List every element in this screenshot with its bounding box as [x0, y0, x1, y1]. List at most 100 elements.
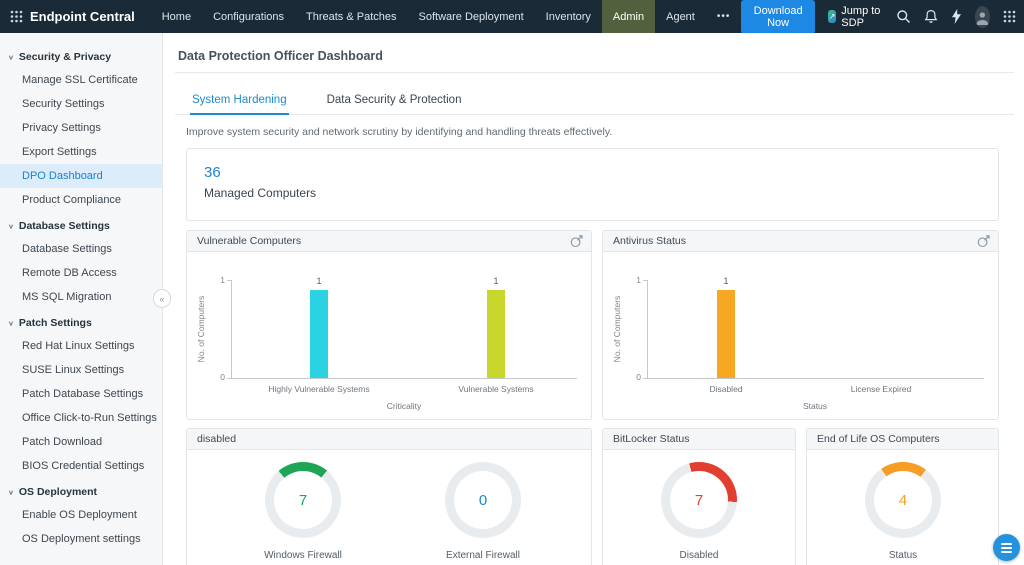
- sidebar-item-patch-database-settings[interactable]: Patch Database Settings: [0, 382, 162, 406]
- donut-label: Windows Firewall: [243, 550, 363, 561]
- jump-to-sdp-label: Jump to SDP: [841, 5, 883, 29]
- bitlocker-status-card: BitLocker Status 7 Disabled: [602, 428, 796, 565]
- y-axis-label: No. of Computers: [196, 284, 206, 374]
- card-header: disabled: [187, 429, 591, 450]
- bar-value: 1: [301, 276, 337, 286]
- app-grid-icon[interactable]: [10, 10, 23, 23]
- bitlocker-donut: 7 Disabled: [603, 450, 795, 565]
- sidebar-item-dpo-dashboard[interactable]: DPO Dashboard: [0, 164, 162, 188]
- sdp-icon: ↗: [828, 10, 836, 23]
- quick-actions-bolt-icon[interactable]: [951, 9, 962, 24]
- notifications-bell-icon[interactable]: [924, 9, 938, 24]
- bar-value: 1: [478, 276, 514, 286]
- donut-bitlocker-disabled[interactable]: 7: [661, 462, 737, 538]
- donut-label: Status: [843, 550, 963, 561]
- sidebar-item-database-settings[interactable]: Database Settings: [0, 237, 162, 261]
- sidebar-item-red-hat-linux-settings[interactable]: Red Hat Linux Settings: [0, 334, 162, 358]
- chevron-down-icon: ∨: [8, 319, 14, 326]
- bar-highly-vulnerable[interactable]: [310, 290, 328, 378]
- donut-eol-status[interactable]: 4: [865, 462, 941, 538]
- nav-inventory[interactable]: Inventory: [535, 0, 602, 33]
- card-title: disabled: [197, 433, 236, 445]
- donut-value: 7: [265, 462, 341, 538]
- sidebar-section-security-privacy[interactable]: ∨ Security & Privacy: [0, 43, 162, 68]
- donut-value: 4: [865, 462, 941, 538]
- tab-data-security-protection[interactable]: Data Security & Protection: [325, 88, 464, 114]
- managed-computers-label: Managed Computers: [204, 186, 316, 200]
- card-header: Vulnerable Computers: [187, 231, 591, 252]
- card-title: Vulnerable Computers: [197, 235, 301, 247]
- nav-configurations[interactable]: Configurations: [202, 0, 295, 33]
- bar-chart-vulnerable: No. of Computers 1 0 1 1 Highly Vulnerab…: [187, 252, 591, 418]
- card-header: End of Life OS Computers: [807, 429, 998, 450]
- card-header: Antivirus Status: [603, 231, 998, 252]
- floating-menu-button[interactable]: [993, 534, 1020, 561]
- x-axis-label: Status: [665, 401, 965, 411]
- apps-menu-icon[interactable]: [1003, 10, 1016, 23]
- sidebar-item-ms-sql-migration[interactable]: MS SQL Migration: [0, 285, 162, 309]
- jump-to-sdp-link[interactable]: ↗ Jump to SDP: [828, 5, 883, 29]
- page-title: Data Protection Officer Dashboard: [178, 49, 383, 63]
- search-icon[interactable]: [896, 9, 911, 24]
- x-category: Vulnerable Systems: [436, 384, 556, 394]
- brand[interactable]: Endpoint Central: [10, 9, 135, 24]
- bar-disabled[interactable]: [717, 290, 735, 378]
- user-avatar[interactable]: [975, 6, 990, 28]
- brand-title: Endpoint Central: [30, 9, 135, 24]
- managed-computers-card: 36 Managed Computers: [186, 148, 999, 221]
- download-now-button[interactable]: Download Now: [741, 0, 815, 34]
- donut-value: 7: [661, 462, 737, 538]
- sidebar-item-bios-credential-settings[interactable]: BIOS Credential Settings: [0, 454, 162, 478]
- card-title: Antivirus Status: [613, 235, 686, 247]
- section-title: Database Settings: [19, 220, 110, 232]
- tab-bar: System Hardening Data Security & Protect…: [175, 88, 1014, 115]
- top-navigation: Home Configurations Threats & Patches So…: [151, 0, 742, 33]
- nav-more[interactable]: •••: [706, 0, 742, 33]
- firewall-disabled-card: disabled 7 Windows Firewall 0 External F…: [186, 428, 592, 565]
- firewall-donuts: 7 Windows Firewall 0 External Firewall: [187, 450, 591, 565]
- sidebar-section-patch-settings[interactable]: ∨ Patch Settings: [0, 309, 162, 334]
- x-category: Disabled: [666, 384, 786, 394]
- nav-home[interactable]: Home: [151, 0, 202, 33]
- main-content: Data Protection Officer Dashboard System…: [163, 33, 1024, 565]
- sidebar-item-os-deployment-settings[interactable]: OS Deployment settings: [0, 527, 162, 551]
- divider: [175, 72, 1014, 73]
- nav-software-deployment[interactable]: Software Deployment: [408, 0, 535, 33]
- sidebar-item-privacy-settings[interactable]: Privacy Settings: [0, 116, 162, 140]
- bar-vulnerable[interactable]: [487, 290, 505, 378]
- donut-external-firewall[interactable]: 0: [445, 462, 521, 538]
- donut-value: 0: [445, 462, 521, 538]
- sidebar-collapse-handle[interactable]: «: [153, 289, 171, 308]
- sidebar-item-patch-download[interactable]: Patch Download: [0, 430, 162, 454]
- section-title: Patch Settings: [19, 317, 92, 329]
- topbar-actions: Download Now ↗ Jump to SDP: [741, 0, 1016, 34]
- hamburger-menu-icon: [1001, 547, 1012, 549]
- sidebar-item-remote-db-access[interactable]: Remote DB Access: [0, 261, 162, 285]
- tab-system-hardening[interactable]: System Hardening: [190, 88, 289, 115]
- nav-admin[interactable]: Admin: [602, 0, 655, 33]
- x-category: License Expired: [821, 384, 941, 394]
- chevron-down-icon: ∨: [8, 53, 14, 60]
- sidebar-item-office-click-to-run-settings[interactable]: Office Click-to-Run Settings: [0, 406, 162, 430]
- nav-agent[interactable]: Agent: [655, 0, 706, 33]
- export-icon[interactable]: [570, 235, 583, 248]
- sidebar-section-os-deployment[interactable]: ∨ OS Deployment: [0, 478, 162, 503]
- x-category: Highly Vulnerable Systems: [259, 384, 379, 394]
- x-axis: [231, 378, 577, 379]
- sidebar-item-product-compliance[interactable]: Product Compliance: [0, 188, 162, 212]
- bar-chart-antivirus: No. of Computers 1 0 1 Disabled License …: [603, 252, 998, 418]
- section-title: Security & Privacy: [19, 51, 111, 63]
- managed-computers-count[interactable]: 36: [204, 164, 221, 181]
- sidebar-item-manage-ssl-certificate[interactable]: Manage SSL Certificate: [0, 68, 162, 92]
- sidebar-item-suse-linux-settings[interactable]: SUSE Linux Settings: [0, 358, 162, 382]
- chevron-down-icon: ∨: [8, 222, 14, 229]
- sidebar-item-enable-os-deployment[interactable]: Enable OS Deployment: [0, 503, 162, 527]
- hamburger-menu-icon: [1001, 551, 1012, 553]
- sidebar-item-security-settings[interactable]: Security Settings: [0, 92, 162, 116]
- sidebar-section-database-settings[interactable]: ∨ Database Settings: [0, 212, 162, 237]
- y-tick-1: 1: [209, 275, 225, 285]
- donut-windows-firewall[interactable]: 7: [265, 462, 341, 538]
- sidebar-item-export-settings[interactable]: Export Settings: [0, 140, 162, 164]
- export-icon[interactable]: [977, 235, 990, 248]
- nav-threats-patches[interactable]: Threats & Patches: [295, 0, 408, 33]
